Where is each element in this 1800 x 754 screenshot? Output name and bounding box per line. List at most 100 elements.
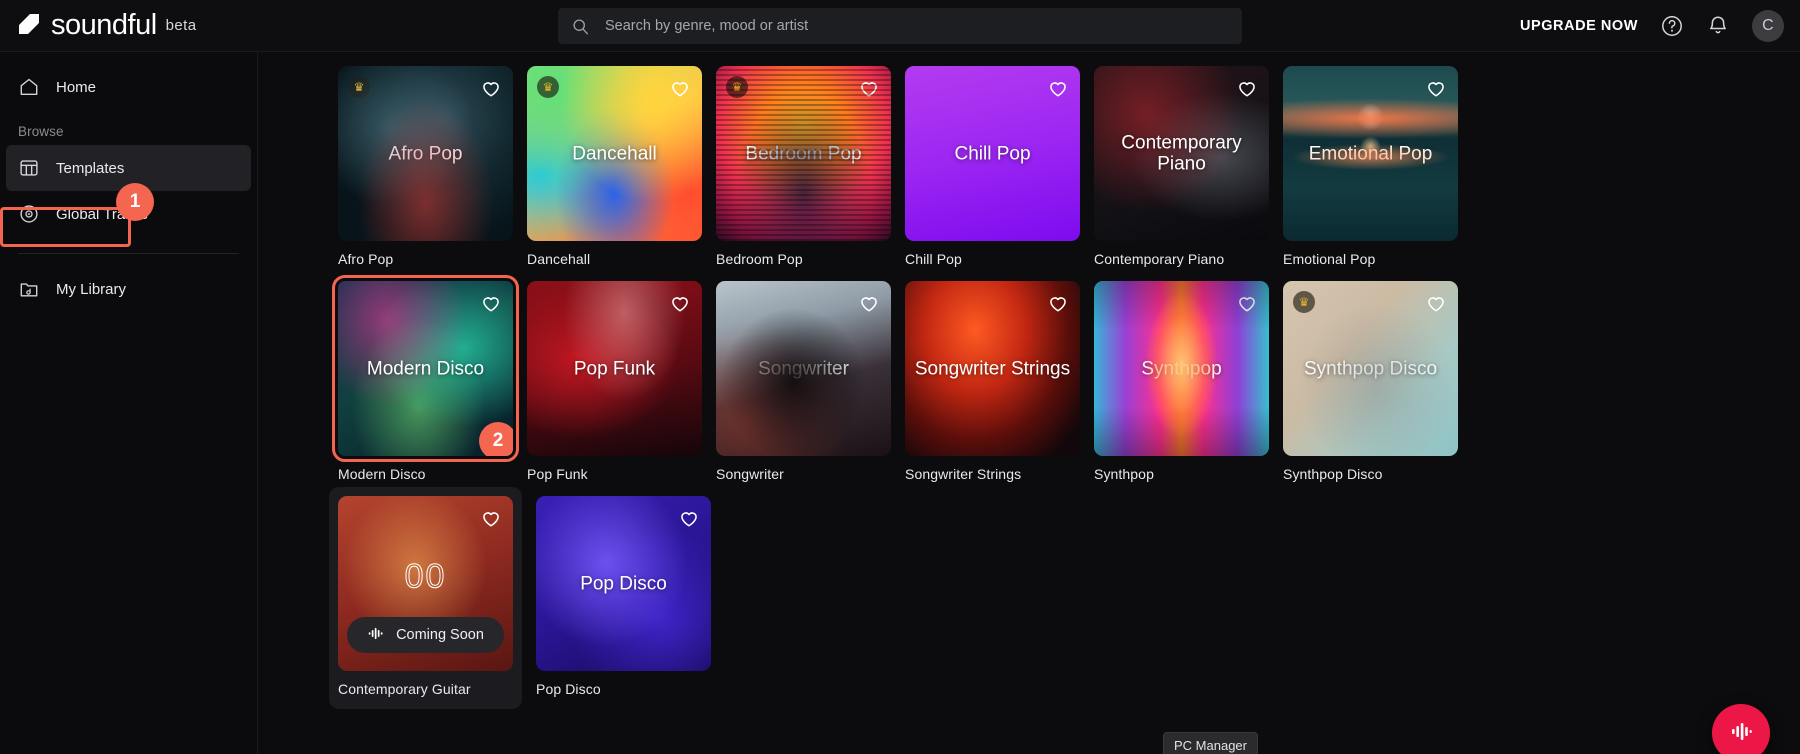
waveform-icon: [1727, 717, 1755, 750]
annotation-step-1: 1: [116, 183, 154, 221]
template-overlay-title: Pop Disco: [580, 572, 667, 594]
favorite-heart-icon[interactable]: [1236, 77, 1258, 99]
waveform-icon: [367, 624, 386, 647]
crown-premium-icon: ♛: [726, 76, 748, 98]
crown-premium-icon: ♛: [537, 76, 559, 98]
favorite-heart-icon[interactable]: [858, 77, 880, 99]
template-artwork[interactable]: Emotional Pop: [1283, 66, 1458, 241]
favorite-heart-icon[interactable]: [480, 507, 502, 529]
template-card[interactable]: Synthpop Synthpop: [1094, 281, 1269, 482]
template-artwork[interactable]: Modern Disco 2: [332, 275, 519, 462]
search-input[interactable]: [605, 18, 1228, 34]
template-artwork[interactable]: Pop Funk: [527, 281, 702, 456]
template-card[interactable]: Songwriter Songwriter: [716, 281, 891, 482]
brand-name: soundful: [51, 9, 157, 41]
template-artwork[interactable]: Songwriter Strings: [905, 281, 1080, 456]
template-card[interactable]: 00 Coming Soon Contemporary Guitar: [329, 487, 522, 709]
disc-icon: [18, 203, 40, 225]
annotation-step-2: 2: [479, 422, 513, 456]
favorite-heart-icon[interactable]: [480, 77, 502, 99]
template-card-label: Contemporary Piano: [1094, 251, 1225, 267]
template-overlay-title: Songwriter: [758, 357, 849, 379]
folder-music-icon: [18, 278, 40, 300]
template-artwork[interactable]: Chill Pop: [905, 66, 1080, 241]
template-card-label: Afro Pop: [338, 251, 394, 267]
template-artwork[interactable]: ♛ Afro Pop: [338, 66, 513, 241]
template-card-label: Pop Disco: [536, 681, 601, 697]
favorite-heart-icon[interactable]: [669, 292, 691, 314]
template-card-label: Synthpop Disco: [1283, 466, 1383, 482]
favorite-heart-icon[interactable]: [678, 507, 700, 529]
template-card[interactable]: ♛ Dancehall Dancehall: [527, 66, 702, 267]
template-overlay-title: Contemporary Piano: [1121, 132, 1242, 175]
template-card[interactable]: Emotional Pop Emotional Pop: [1283, 66, 1458, 267]
template-card[interactable]: ♛ Afro Pop Afro Pop: [338, 66, 513, 267]
favorite-heart-icon[interactable]: [1425, 292, 1447, 314]
crown-premium-icon: ♛: [1293, 291, 1315, 313]
sidebar-item-templates-label: Templates: [56, 159, 125, 177]
avatar[interactable]: C: [1752, 10, 1784, 42]
template-artwork[interactable]: ♛ Bedroom Pop: [716, 66, 891, 241]
template-overlay-title: Bedroom Pop: [745, 142, 862, 164]
template-artwork[interactable]: ♛ Synthpop Disco: [1283, 281, 1458, 456]
template-card[interactable]: Contemporary Piano Contemporary Piano: [1094, 66, 1269, 267]
brand-logo[interactable]: soundful beta: [14, 11, 196, 41]
help-circle-icon[interactable]: [1660, 14, 1684, 38]
template-card[interactable]: Pop Disco Pop Disco: [536, 496, 711, 709]
template-artwork[interactable]: Contemporary Piano: [1094, 66, 1269, 241]
template-artwork[interactable]: 00 Coming Soon: [338, 496, 513, 671]
home-icon: [18, 76, 40, 98]
template-overlay-title: Chill Pop: [954, 142, 1031, 164]
coming-soon-label: Coming Soon: [396, 627, 484, 643]
main-content: ♛ Afro Pop Afro Pop ♛ Dancehall Dancehall ♛ Bed…: [258, 52, 1800, 754]
search-bar[interactable]: [558, 8, 1242, 44]
template-overlay-title: Emotional Pop: [1308, 142, 1433, 164]
favorite-heart-icon[interactable]: [480, 292, 502, 314]
template-card-label: Modern Disco: [338, 466, 426, 482]
brand-beta-tag: beta: [165, 17, 197, 34]
bell-icon[interactable]: [1706, 14, 1730, 38]
favorite-heart-icon[interactable]: [669, 77, 691, 99]
favorite-heart-icon[interactable]: [1236, 292, 1258, 314]
template-artwork[interactable]: Synthpop: [1094, 281, 1269, 456]
upgrade-now-button[interactable]: UPGRADE NOW: [1520, 18, 1638, 34]
template-card-label: Emotional Pop: [1283, 251, 1376, 267]
template-artwork[interactable]: ♛ Dancehall: [527, 66, 702, 241]
template-card-label: Synthpop: [1094, 466, 1154, 482]
grid-table-icon: [18, 157, 40, 179]
templates-grid: ♛ Afro Pop Afro Pop ♛ Dancehall Dancehall ♛ Bed…: [258, 52, 1498, 709]
sidebar-section-browse: Browse: [18, 124, 64, 139]
sidebar-item-home[interactable]: Home: [6, 64, 251, 110]
favorite-heart-icon[interactable]: [1425, 77, 1447, 99]
template-overlay-title: Modern Disco: [366, 357, 485, 379]
template-artwork[interactable]: Songwriter: [716, 281, 891, 456]
top-bar-actions: UPGRADE NOW C: [1520, 0, 1784, 52]
template-card-label: Pop Funk: [527, 466, 588, 482]
sidebar-item-my-library-label: My Library: [56, 280, 127, 298]
template-card[interactable]: Songwriter Strings Songwriter Strings: [905, 281, 1080, 482]
pc-manager-tooltip: PC Manager: [1163, 732, 1258, 754]
template-card-label: Bedroom Pop: [716, 251, 803, 267]
sidebar-divider: [18, 253, 239, 254]
template-card[interactable]: ♛ Synthpop Disco Synthpop Disco: [1283, 281, 1458, 482]
coming-soon-counter: 00: [404, 557, 447, 596]
soundful-logo-icon: [14, 11, 44, 41]
favorite-heart-icon[interactable]: [1047, 77, 1069, 99]
favorite-heart-icon[interactable]: [858, 292, 880, 314]
template-overlay-title: Synthpop: [1141, 357, 1222, 379]
template-card[interactable]: Pop Funk Pop Funk: [527, 281, 702, 482]
template-card[interactable]: ♛ Bedroom Pop Bedroom Pop: [716, 66, 891, 267]
template-card-label: Chill Pop: [905, 251, 962, 267]
sidebar-item-my-library[interactable]: My Library: [6, 266, 251, 312]
app-root: soundful beta UPGRADE NOW: [0, 0, 1800, 754]
template-card[interactable]: Chill Pop Chill Pop: [905, 66, 1080, 267]
sidebar-item-home-label: Home: [56, 78, 97, 96]
template-card[interactable]: Modern Disco 2 Modern Disco: [332, 275, 519, 482]
template-artwork[interactable]: Pop Disco: [536, 496, 711, 671]
template-card-label: Songwriter Strings: [905, 466, 1022, 482]
template-overlay-title: Dancehall: [572, 142, 657, 164]
favorite-heart-icon[interactable]: [1047, 292, 1069, 314]
generate-track-fab[interactable]: [1712, 704, 1770, 754]
template-overlay-title: Songwriter Strings: [914, 357, 1071, 379]
top-bar: soundful beta UPGRADE NOW: [0, 0, 1800, 52]
